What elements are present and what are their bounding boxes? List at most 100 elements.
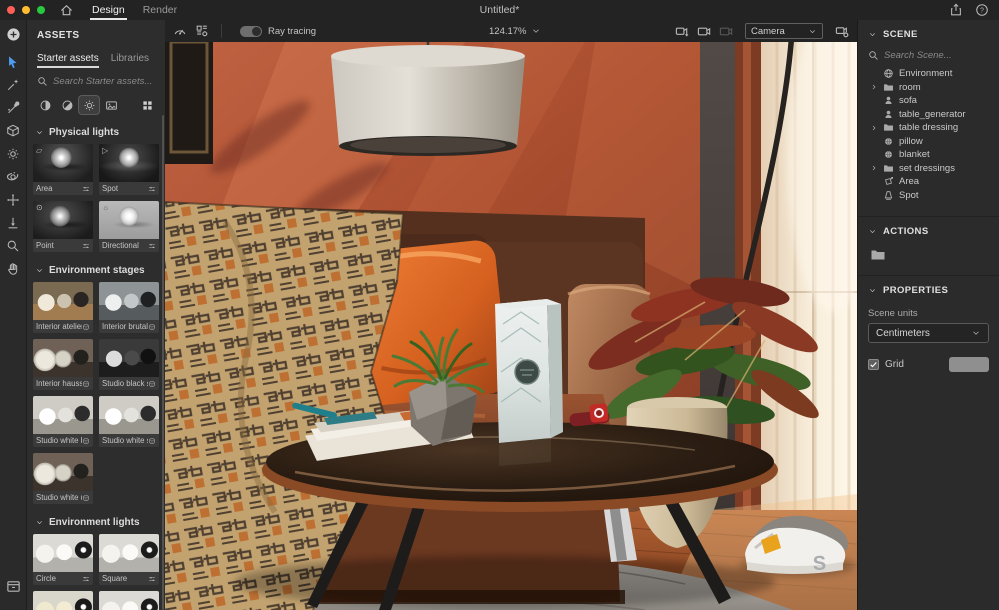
area-light-icon <box>883 176 894 187</box>
scene-item-environment[interactable]: Environment <box>858 67 999 81</box>
properties-section-header[interactable]: PROPERTIES <box>858 276 999 296</box>
scene-item-table-dressing[interactable]: table dressing <box>858 121 999 135</box>
tool-paint[interactable] <box>0 96 27 119</box>
asset-env-stage[interactable]: Studio white so... <box>99 396 159 447</box>
tab-libraries[interactable]: Libraries <box>111 53 149 68</box>
camera-settings-button[interactable] <box>831 20 853 42</box>
substance-icon <box>148 323 156 331</box>
add-asset-button[interactable] <box>0 23 27 46</box>
asset-env-light-circle[interactable]: Circle <box>33 534 93 585</box>
assets-scrollbar[interactable] <box>162 115 164 610</box>
scene-item-sofa[interactable]: sofa <box>858 94 999 108</box>
scene-item-pillow[interactable]: pillow <box>858 135 999 149</box>
tab-design[interactable]: Design <box>92 0 125 20</box>
render-settings-button[interactable] <box>191 20 213 42</box>
camera-lock-button[interactable] <box>715 20 737 42</box>
tab-starter-assets[interactable]: Starter assets <box>37 53 99 68</box>
asset-directional-light[interactable]: ☼ Directional <box>99 201 159 252</box>
home-icon[interactable] <box>59 3 74 18</box>
grid-view-button[interactable] <box>137 96 157 114</box>
grid-checkbox[interactable] <box>868 359 879 370</box>
scene-item-set-dressings[interactable]: set dressings <box>858 162 999 176</box>
asset-env-light-square[interactable]: Square <box>99 534 159 585</box>
chevron-right-icon[interactable] <box>870 124 878 132</box>
window-zoom-button[interactable] <box>37 6 45 14</box>
help-icon[interactable] <box>975 3 989 17</box>
asset-spot-light[interactable]: ▷ Spot <box>99 144 159 195</box>
asset-env-light-sun[interactable]: Sun <box>33 591 93 610</box>
chevron-down-icon <box>35 266 44 275</box>
model-icon <box>883 109 894 120</box>
gauge-icon <box>173 24 187 38</box>
tool-drop-to-ground[interactable] <box>0 211 27 234</box>
scene-section-header[interactable]: SCENE <box>858 20 999 40</box>
asset-env-stage[interactable]: Interior haussm... <box>33 339 93 390</box>
open-folder-icon[interactable] <box>870 247 886 263</box>
tool-select[interactable] <box>0 50 27 73</box>
substance-icon <box>82 437 90 445</box>
camera-selector[interactable]: Camera <box>745 23 823 39</box>
grid-view-icon <box>142 100 153 111</box>
tool-zoom[interactable] <box>0 234 27 257</box>
ray-tracing-toggle[interactable] <box>240 26 262 37</box>
scene-units-select[interactable]: Centimeters <box>868 323 989 343</box>
window-close-button[interactable] <box>7 6 15 14</box>
actions-section-header[interactable]: ACTIONS <box>858 217 999 237</box>
section-title: Environment lights <box>49 517 140 528</box>
folder-icon <box>883 82 894 93</box>
assets-header: ASSETS <box>27 20 165 41</box>
orbit-icon <box>6 170 20 184</box>
tool-pan[interactable] <box>0 257 27 280</box>
performance-gauge-button[interactable] <box>169 20 191 42</box>
window-minimize-button[interactable] <box>22 6 30 14</box>
chevron-right-icon[interactable] <box>870 164 878 172</box>
asset-point-light[interactable]: ⊙ Point <box>33 201 93 252</box>
folder-icon <box>883 122 894 133</box>
tool-magic-wand[interactable] <box>0 73 27 96</box>
tool-primitive[interactable] <box>0 119 27 142</box>
archive-box-icon <box>6 579 21 594</box>
scene-item-spot[interactable]: Spot <box>858 189 999 203</box>
chevron-right-icon[interactable] <box>870 83 878 91</box>
add-camera-button[interactable] <box>671 20 693 42</box>
section-environment-stages[interactable]: Environment stages <box>27 252 165 282</box>
ray-tracing-label: Ray tracing <box>268 26 316 37</box>
folder-icon <box>883 163 894 174</box>
tool-light[interactable] <box>0 142 27 165</box>
substance-icon <box>82 323 90 331</box>
3d-scene-canvas[interactable]: S <box>165 42 857 610</box>
scene-item-room[interactable]: room <box>858 81 999 95</box>
tool-move[interactable] <box>0 188 27 211</box>
section-environment-lights[interactable]: Environment lights <box>27 504 165 534</box>
globe-icon <box>883 68 894 79</box>
filter-lights-button[interactable] <box>79 96 99 114</box>
scene-item-blanket[interactable]: blanket <box>858 148 999 162</box>
tab-render[interactable]: Render <box>143 0 177 20</box>
asset-area-light[interactable]: ▱ Area <box>33 144 93 195</box>
asset-env-light-three-point[interactable]: Three point <box>99 591 159 610</box>
sliders-icon <box>82 575 90 583</box>
asset-env-stage[interactable]: Interior atelier s... <box>33 282 93 333</box>
picture-frame[interactable] <box>165 42 213 164</box>
asset-library-button[interactable] <box>0 575 27 598</box>
zoom-control[interactable]: 124.17% <box>483 26 541 37</box>
properties-header-label: PROPERTIES <box>883 285 948 296</box>
filter-models-button[interactable] <box>35 96 55 114</box>
camera-switch-button[interactable] <box>693 20 715 42</box>
sliders-icon <box>148 242 156 250</box>
scene-item-table-generator[interactable]: table_generator <box>858 108 999 122</box>
asset-env-stage[interactable]: Studio white ha... <box>33 396 93 447</box>
section-physical-lights[interactable]: Physical lights <box>27 114 165 144</box>
tool-orbit[interactable] <box>0 165 27 188</box>
camera-selected-label: Camera <box>751 26 804 37</box>
grid-color-swatch[interactable] <box>949 357 989 372</box>
filter-images-button[interactable] <box>101 96 121 114</box>
share-icon[interactable] <box>949 3 963 17</box>
scene-item-area[interactable]: Area <box>858 175 999 189</box>
asset-env-stage[interactable]: Interior brutalist... <box>99 282 159 333</box>
scene-search-input[interactable] <box>884 50 988 61</box>
asset-env-stage[interactable]: Studio black soft... <box>99 339 159 390</box>
asset-env-stage[interactable]: Studio white um... <box>33 453 93 504</box>
filter-materials-button[interactable] <box>57 96 77 114</box>
assets-search-input[interactable] <box>53 76 153 87</box>
